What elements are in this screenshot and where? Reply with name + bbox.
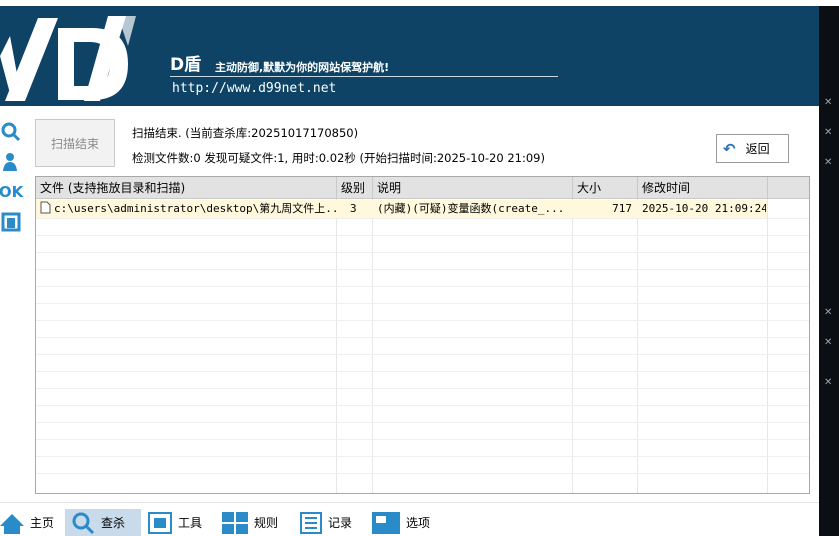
close-mark-icon: ✕ (824, 337, 833, 348)
ok-icon[interactable]: OK (0, 180, 23, 204)
row-divider (36, 405, 809, 406)
table-header: 文件 (支持拖放目录和扫描) 级别 说明 大小 修改时间 (36, 177, 809, 199)
row-divider (36, 354, 809, 355)
left-toolbar: OK (0, 118, 24, 238)
undo-icon: ↶ (723, 139, 736, 158)
modified-cell: 2025-10-20 21:09:24 (642, 202, 766, 215)
back-button-label: 返回 (745, 142, 770, 156)
file-cell[interactable]: c:\users\administrator\desktop\第九周文件上... (40, 200, 336, 218)
description-cell: (内藏)(可疑)变量函数(create_... (377, 202, 565, 215)
row-divider (36, 473, 809, 474)
row-divider (36, 218, 809, 219)
column-header-size[interactable]: 大小 (573, 177, 638, 199)
slogan: 主动防御,默默为你的网站保驾护航! (215, 61, 390, 74)
app-window: D盾 主动防御,默默为你的网站保驾护航! http://www.d99net.n… (0, 0, 839, 536)
nav-rules-label: 规则 (254, 516, 279, 530)
nav-options-label: 选项 (406, 516, 431, 530)
search-icon[interactable] (0, 120, 22, 144)
column-divider (637, 199, 638, 493)
home-icon (0, 513, 24, 534)
close-mark-icon: ✕ (824, 97, 833, 108)
nav-options[interactable]: 选项 (372, 509, 436, 536)
user-icon[interactable] (0, 150, 22, 174)
nav-tools[interactable]: 工具 (148, 509, 212, 536)
close-mark-icon: ✕ (824, 377, 833, 388)
scan-button[interactable]: 扫描结束 (35, 119, 115, 167)
column-header-level[interactable]: 级别 (337, 177, 373, 199)
file-path: c:\users\administrator\desktop\第九周文件上... (54, 202, 336, 215)
column-header-modified[interactable]: 修改时间 (638, 177, 768, 199)
nav-scan-label: 查杀 (101, 516, 126, 530)
row-divider (36, 388, 809, 389)
column-divider (767, 199, 768, 493)
nav-rules[interactable]: 规则 (222, 509, 286, 536)
row-divider (36, 286, 809, 287)
close-mark-icon: ✕ (824, 157, 833, 168)
header-banner: D盾 主动防御,默默为你的网站保驾护航! http://www.d99net.n… (0, 6, 819, 106)
row-divider (36, 235, 809, 236)
level-cell: 3 (350, 202, 357, 215)
scan-summary-line: 检测文件数:0 发现可疑文件:1, 用时:0.02秒 (开始扫描时间:2025-… (132, 151, 545, 165)
results-table[interactable]: 文件 (支持拖放目录和扫描) 级别 说明 大小 修改时间 c:\users\ad… (35, 176, 810, 494)
document-icon (40, 201, 51, 214)
row-divider (36, 422, 809, 423)
options-icon (372, 511, 400, 534)
row-divider (36, 269, 809, 270)
column-header-description[interactable]: 说明 (373, 177, 573, 199)
right-edge-panel: ✕ ✕ ✕ ✕ ✕ ✕ (819, 6, 839, 536)
nav-home[interactable]: 主页 (0, 509, 62, 536)
column-divider (372, 199, 373, 493)
size-cell: 717 (612, 202, 632, 215)
close-mark-icon: ✕ (824, 307, 833, 318)
row-divider (36, 439, 809, 440)
banner-divider (170, 76, 558, 77)
nav-logs-label: 记录 (328, 516, 353, 530)
row-divider (36, 337, 809, 338)
brand-name: D盾 (170, 55, 202, 75)
log-icon (300, 511, 322, 534)
nav-tools-label: 工具 (178, 516, 203, 530)
nav-home-label: 主页 (30, 516, 55, 530)
search-icon (72, 512, 95, 534)
scan-status-line: 扫描结束. (当前查杀库:20251017170850) (132, 126, 359, 140)
nav-scan[interactable]: 查杀 (65, 509, 141, 536)
column-divider (336, 199, 337, 493)
window-icon[interactable] (0, 210, 22, 234)
row-divider (36, 320, 809, 321)
row-divider (36, 456, 809, 457)
website-url[interactable]: http://www.d99net.net (172, 81, 336, 96)
nav-logs[interactable]: 记录 (300, 509, 364, 536)
row-divider (36, 252, 809, 253)
rules-icon (222, 511, 248, 534)
column-header-file[interactable]: 文件 (支持拖放目录和扫描) (36, 177, 337, 199)
d-shield-logo (0, 6, 150, 106)
nav-separator (0, 502, 819, 503)
back-button[interactable]: ↶ 返回 (716, 134, 789, 163)
bottom-navigation: 主页 查杀 工具 规则 记录 选项 (0, 508, 819, 536)
row-divider (36, 371, 809, 372)
close-mark-icon: ✕ (824, 127, 833, 138)
tools-icon (148, 511, 172, 534)
row-divider (36, 303, 809, 304)
column-divider (572, 199, 573, 493)
